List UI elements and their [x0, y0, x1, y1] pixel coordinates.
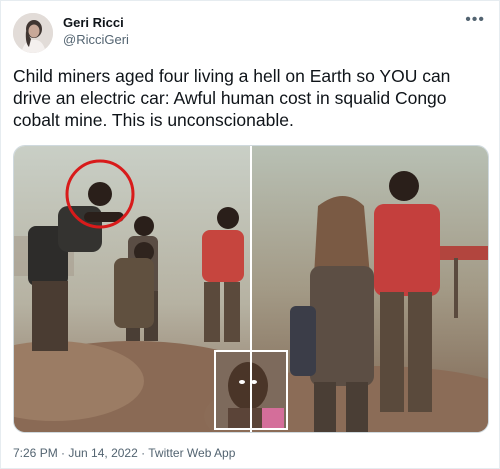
author-display-name[interactable]: Geri Ricci — [63, 15, 124, 30]
tweet-timestamp: 7:26 PM · Jun 14, 2022 · Twitter Web App — [13, 446, 235, 460]
author-avatar[interactable] — [13, 13, 53, 53]
author-handle[interactable]: @RicciGeri — [63, 32, 129, 47]
profile-photo-icon — [13, 13, 53, 53]
more-options-icon[interactable]: ••• — [465, 11, 485, 29]
separator-2: · — [137, 446, 149, 460]
tweet-text: Child miners aged four living a hell on … — [13, 66, 451, 130]
tweet-media[interactable] — [13, 145, 489, 433]
photo-collage — [14, 146, 488, 432]
tweet-source[interactable]: Twitter Web App — [148, 446, 235, 460]
tweet-time[interactable]: 7:26 PM — [13, 446, 58, 460]
tweet-date[interactable]: Jun 14, 2022 — [68, 446, 137, 460]
tweet-card: Geri Ricci @RicciGeri ••• Child miners a… — [0, 0, 500, 469]
separator: · — [57, 446, 69, 460]
